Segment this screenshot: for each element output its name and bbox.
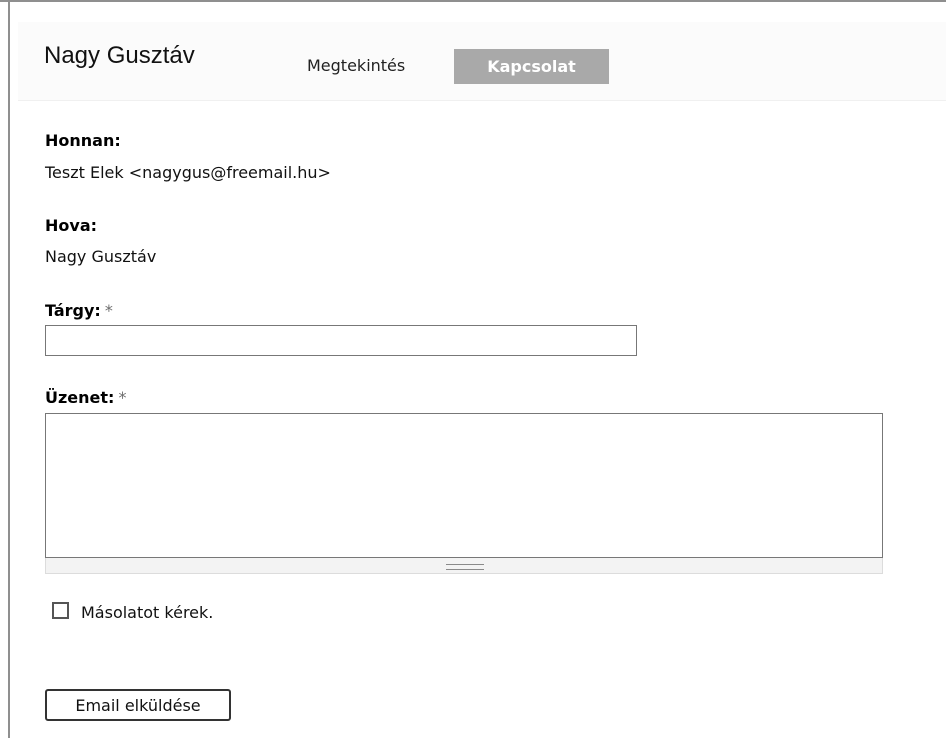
message-textarea[interactable] [45, 413, 883, 558]
tab-contact[interactable]: Kapcsolat [454, 49, 609, 84]
tab-view[interactable]: Megtekintés [307, 56, 405, 75]
message-label: Üzenet: * [45, 388, 126, 407]
copy-checkbox[interactable] [52, 602, 69, 619]
to-label: Hova: [45, 216, 98, 235]
from-label: Honnan: [45, 131, 121, 150]
textarea-resize-handle[interactable] [45, 558, 883, 574]
subject-input[interactable] [45, 325, 637, 356]
subject-label: Tárgy: * [45, 301, 113, 320]
copy-checkbox-label[interactable]: Másolatot kérek. [81, 603, 213, 622]
send-email-button[interactable]: Email elküldése [45, 689, 231, 721]
required-mark: * [118, 388, 127, 407]
grip-icon [446, 564, 484, 570]
subject-label-text: Tárgy: [45, 301, 101, 320]
window-left-border [8, 2, 10, 738]
from-value: Teszt Elek <nagygus@freemail.hu> [45, 163, 331, 182]
page-title: Nagy Gusztáv [44, 42, 195, 69]
page-header: Nagy Gusztáv Megtekintés Kapcsolat [18, 22, 946, 101]
required-mark: * [104, 301, 113, 320]
to-value: Nagy Gusztáv [45, 247, 157, 266]
window-top-border [0, 0, 946, 2]
message-label-text: Üzenet: [45, 388, 115, 407]
